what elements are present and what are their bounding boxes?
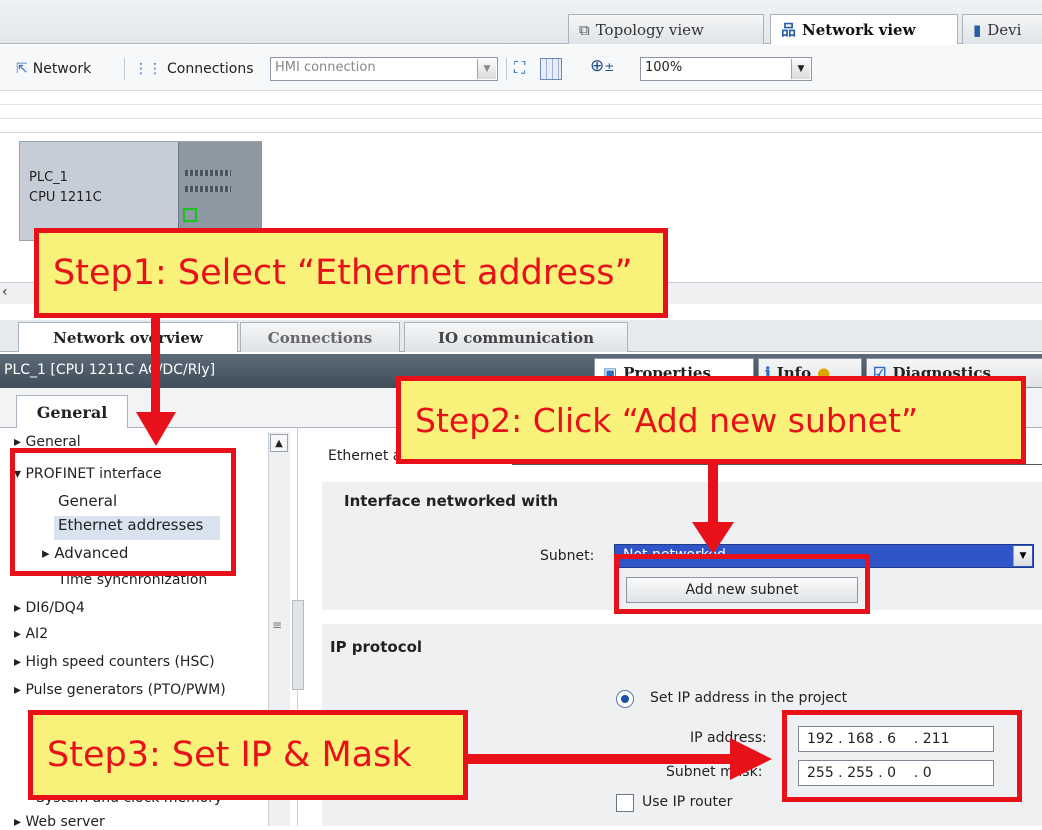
tab-network-view[interactable]: 品 Network view: [770, 14, 958, 44]
step1-callout: Step1: Select “Ethernet address”: [34, 228, 668, 318]
network-icon: 品: [781, 21, 797, 39]
chevron-down-icon: ▼: [477, 59, 496, 79]
tab-connections[interactable]: Connections: [240, 322, 400, 352]
connections-icon: ⋮⋮: [134, 61, 162, 77]
tree-item-hsc[interactable]: ▸ High speed counters (HSC): [14, 654, 215, 670]
pane-splitter[interactable]: [292, 600, 304, 690]
expand-icon: ▸: [14, 814, 26, 830]
radio-dot: [621, 695, 629, 703]
expand-icon: ▸: [14, 682, 26, 698]
tree-item-ai2[interactable]: ▸ AI2: [14, 626, 48, 642]
subnet-label: Subnet:: [540, 548, 595, 564]
step1-highlight-box: [10, 448, 236, 576]
network-mode-icon: ⇱: [16, 61, 28, 77]
chevron-down-icon: ▼: [791, 59, 810, 79]
tab-network-overview[interactable]: Network overview: [18, 322, 238, 352]
chevron-down-icon: ▼: [1013, 546, 1032, 566]
step3-arrow-head: [730, 738, 772, 780]
zoom-icon[interactable]: ⊕±: [590, 56, 614, 76]
show-address-icon[interactable]: ⛶: [514, 58, 536, 80]
connection-type-select[interactable]: HMI connection ▼: [270, 57, 498, 81]
plc-device-block[interactable]: PLC_1 CPU 1211C: [19, 141, 262, 241]
step3-highlight-box: [782, 710, 1022, 802]
toolbar-separator: [506, 58, 507, 80]
zoom-select[interactable]: 100% ▼: [640, 57, 812, 81]
device-icon: ▮: [973, 20, 982, 39]
tab-general[interactable]: General: [16, 395, 128, 429]
step1-arrow-shaft: [151, 318, 160, 414]
splitter-grip-icon[interactable]: ≡: [272, 618, 282, 632]
expand-icon: ▸: [14, 600, 26, 616]
tab-device-view[interactable]: ▮ Devi: [962, 14, 1042, 44]
step2-arrow-head: [692, 522, 734, 554]
scroll-left-icon[interactable]: ‹: [2, 284, 8, 300]
divider: [0, 104, 1042, 105]
toolbar-separator: [124, 58, 125, 80]
device-model: CPU 1211C: [29, 190, 102, 205]
module-led-strip: [185, 170, 231, 176]
tree-item-di6-dq4[interactable]: ▸ DI6/DQ4: [14, 600, 85, 616]
divider: [0, 118, 1042, 119]
section-title-interface: Interface networked with: [344, 492, 559, 510]
network-button[interactable]: ⇱ Network: [16, 56, 91, 82]
grid-icon[interactable]: [540, 58, 562, 80]
expand-icon: ▸: [14, 626, 26, 642]
step2-highlight-box: [614, 554, 870, 614]
connections-button[interactable]: ⋮⋮ Connections: [134, 56, 254, 82]
expand-icon: ▸: [14, 654, 26, 670]
tree-item-web-server[interactable]: ▸ Web server: [14, 814, 105, 830]
use-ip-router-checkbox[interactable]: [616, 794, 634, 812]
scroll-up-icon[interactable]: ▲: [270, 434, 288, 452]
step3-arrow-shaft: [468, 754, 734, 764]
tab-topology-view[interactable]: ⧉ Topology view: [568, 14, 764, 44]
tab-io-communication[interactable]: IO communication: [404, 322, 628, 352]
section-title-ip-protocol: IP protocol: [330, 638, 423, 656]
module-led-strip: [185, 186, 231, 192]
set-ip-radio[interactable]: [616, 690, 634, 708]
divider: [0, 132, 1042, 133]
step2-arrow-shaft: [708, 464, 718, 526]
set-ip-label: Set IP address in the project: [650, 690, 848, 706]
cpu-module: [178, 142, 262, 240]
profinet-port[interactable]: [183, 208, 197, 222]
use-ip-router-label: Use IP router: [642, 794, 733, 810]
step1-arrow-head: [136, 412, 176, 446]
inspector-title: PLC_1 [CPU 1211C AC/DC/Rly]: [4, 362, 216, 378]
device-name: PLC_1: [29, 170, 68, 185]
step3-callout: Step3: Set IP & Mask: [28, 710, 468, 800]
topology-icon: ⧉: [579, 20, 590, 39]
step2-callout: Step2: Click “Add new subnet”: [396, 376, 1026, 464]
tree-item-pto-pwm[interactable]: ▸ Pulse generators (PTO/PWM): [14, 682, 226, 698]
section-rule: [512, 464, 1042, 465]
